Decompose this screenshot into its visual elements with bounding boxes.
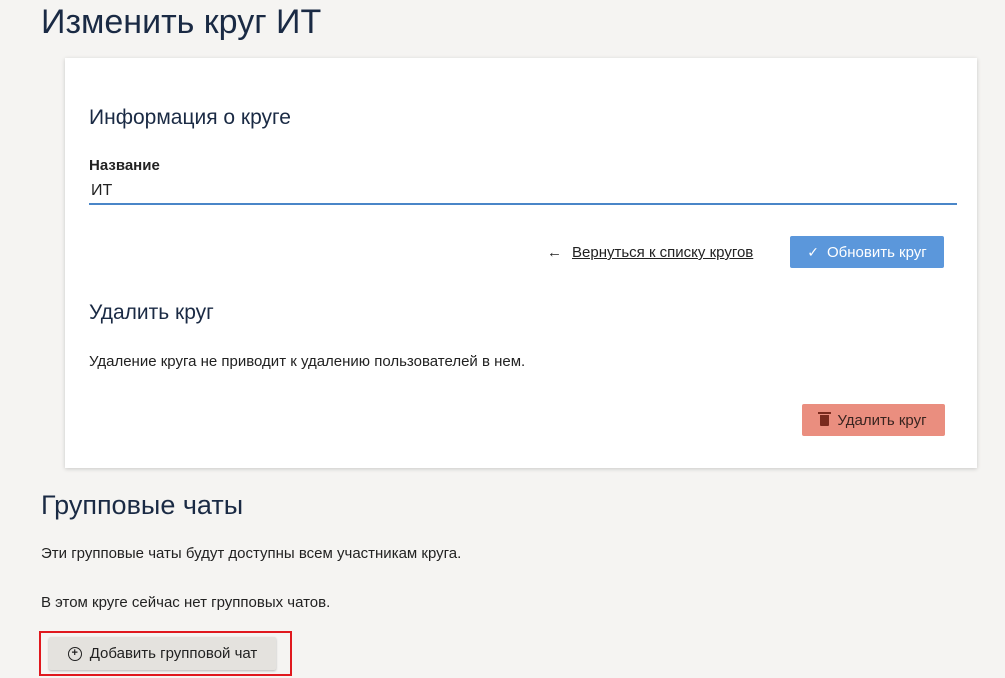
- page-title: Изменить круг ИТ: [41, 3, 322, 41]
- delete-button-label: Удалить круг: [837, 411, 927, 429]
- circle-info-heading: Информация о круге: [89, 106, 291, 129]
- name-label: Название: [89, 157, 160, 174]
- circle-card: Информация о круге Название ← Вернуться …: [65, 58, 977, 468]
- back-link-label: Вернуться к списку кругов: [572, 244, 754, 261]
- arrow-left-icon: ←: [547, 244, 562, 261]
- group-chats-empty-text: В этом круге сейчас нет групповых чатов.: [41, 594, 331, 611]
- back-to-circles-link[interactable]: ← Вернуться к списку кругов: [547, 244, 753, 261]
- name-input[interactable]: [89, 179, 957, 205]
- update-circle-button[interactable]: ✓ Обновить круг: [790, 236, 944, 268]
- group-chats-heading: Групповые чаты: [41, 490, 244, 520]
- add-button-label: Добавить групповой чат: [89, 645, 258, 662]
- delete-circle-heading: Удалить круг: [89, 301, 214, 324]
- trash-icon: [818, 411, 832, 426]
- update-button-label: Обновить круг: [826, 243, 927, 261]
- delete-circle-button[interactable]: Удалить круг: [802, 404, 945, 436]
- add-group-chat-button[interactable]: + Добавить групповой чат: [49, 637, 276, 670]
- group-chats-description: Эти групповые чаты будут доступны всем у…: [41, 545, 462, 562]
- delete-description: Удаление круга не приводит к удалению по…: [89, 353, 526, 370]
- check-icon: ✓: [807, 243, 819, 260]
- plus-circle-icon: +: [67, 646, 82, 661]
